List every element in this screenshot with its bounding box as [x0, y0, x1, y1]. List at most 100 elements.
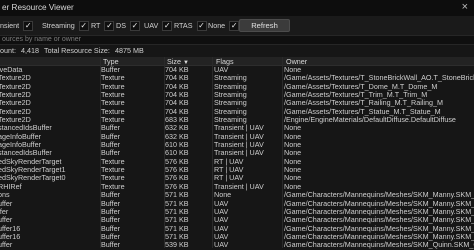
table-row[interactable]: Texture2D Texture 704 KB Streaming/Game/Ass… — [0, 74, 474, 82]
cell-name: iveData — [0, 66, 23, 74]
cell-name: RHIRef — [0, 182, 22, 191]
filter-streaming[interactable]: Streaming ✓ — [42, 19, 89, 32]
cell-size: 632 KB — [165, 124, 189, 133]
table-row[interactable]: uffer Buffer 571 KB UAV/Game/Characters/Man… — [0, 216, 474, 224]
cell-size: 610 KB — [165, 149, 189, 158]
cell-size: 610 KB — [165, 141, 189, 150]
column-header-size[interactable]: Size ▼ — [167, 57, 189, 66]
column-header-owner[interactable]: Owner — [286, 57, 307, 66]
table-row[interactable]: Texture2D Texture 704 KB Streaming/Game/Ass… — [0, 108, 474, 116]
filter-label: UAV — [144, 21, 159, 30]
cell-size: 571 KB — [165, 232, 189, 241]
filter-transient[interactable]: ansient ✓ — [0, 19, 34, 32]
checkbox-check-icon[interactable]: ✓ — [229, 20, 240, 31]
filter-rt[interactable]: RT ✓ — [91, 19, 115, 32]
cell-flags: Streaming — [214, 82, 247, 91]
column-divider[interactable] — [164, 57, 165, 248]
checkbox-check-icon[interactable]: ✓ — [196, 20, 207, 31]
table-row[interactable]: ons Buffer 571 KB None/Game/Characters/Mann… — [0, 191, 474, 199]
table-row[interactable]: iveData Buffer 704 KB UAV None — [0, 66, 474, 74]
cell-type: Texture — [101, 116, 125, 125]
table-row[interactable]: uffer Buffer 539 KB UAV/Game/Characters/Man… — [0, 241, 474, 249]
cell-name: uffer — [0, 216, 13, 225]
table-row[interactable]: Texture2D Texture 704 KB Streaming/Game/Ass… — [0, 91, 474, 99]
cell-name: Texture2D — [0, 107, 31, 116]
cell-name: Texture2D — [0, 116, 31, 125]
cell-size: 571 KB — [165, 216, 189, 225]
column-divider[interactable] — [212, 57, 213, 248]
table-row[interactable]: stancedIdsBuffer Buffer 610 KB Transient | … — [0, 149, 474, 157]
checkbox-check-icon[interactable]: ✓ — [162, 20, 173, 31]
search-input[interactable]: ources by name or owner — [0, 35, 474, 45]
table-row[interactable]: Texture2D Texture 683 KB Streaming/Engine/E… — [0, 116, 474, 124]
filter-label: Streaming — [42, 21, 75, 30]
cell-flags: Transient | UAV — [214, 124, 264, 133]
table-row[interactable]: uffer16 Buffer 571 KB UAV/Game/Characters/M… — [0, 233, 474, 241]
cell-name: ons — [0, 191, 10, 200]
checkbox-check-icon[interactable]: ✓ — [78, 20, 89, 31]
cell-name: stancedIdsBuffer — [0, 124, 52, 133]
filter-ds[interactable]: DS ✓ — [116, 19, 140, 32]
checkbox-check-icon[interactable]: ✓ — [130, 20, 140, 31]
cell-name: edSkyRenderTarget — [0, 157, 62, 166]
filter-label: DS — [116, 21, 126, 30]
cell-size: 704 KB — [165, 82, 189, 91]
cell-flags: RT | UAV — [214, 157, 244, 166]
cell-flags: UAV — [214, 66, 229, 74]
cell-flags: None — [214, 191, 232, 200]
cell-owner: None — [284, 66, 302, 74]
cell-type: Buffer — [101, 199, 121, 208]
cell-type: Buffer — [101, 66, 121, 74]
column-header-flags[interactable]: Flags — [216, 57, 234, 66]
cell-size: 571 KB — [165, 207, 189, 216]
cell-type: Buffer — [101, 216, 121, 225]
column-divider[interactable] — [100, 57, 101, 248]
table-row[interactable]: Texture2D Texture 704 KB Streaming/Game/Ass… — [0, 83, 474, 91]
cell-name: Texture2D — [0, 91, 31, 100]
cell-size: 571 KB — [165, 224, 189, 233]
table-row[interactable]: RHIRef Texture 576 KB Transient | UAV None — [0, 183, 474, 191]
filter-uav[interactable]: UAV ✓ — [144, 19, 173, 32]
table-row[interactable]: Texture2D Texture 704 KB Streaming/Game/Ass… — [0, 99, 474, 107]
cell-owner: /Game/Assets/Textures/T_Trim_M.T_Trim_M — [284, 91, 428, 100]
table-row[interactable]: ffer Buffer 571 KB UAV/Game/Characters/Mann… — [0, 208, 474, 216]
cell-size: 576 KB — [165, 166, 189, 175]
cell-owner: None — [284, 141, 302, 150]
cell-size: 704 KB — [165, 74, 189, 83]
cell-flags: UAV — [214, 199, 229, 208]
table-row[interactable]: edSkyRenderTarget1 Texture 576 KB RT | UAV N… — [0, 166, 474, 174]
close-icon[interactable]: × — [462, 1, 468, 13]
cell-type: Texture — [101, 74, 125, 83]
cell-size: 576 KB — [165, 174, 189, 183]
cell-size: 576 KB — [165, 157, 189, 166]
cell-flags: RT | UAV — [214, 174, 244, 183]
table-row[interactable]: ageInfoBuffer Buffer 610 KB Transient | UAV… — [0, 141, 474, 149]
table-row[interactable]: edSkyRenderTarget0 Texture 576 KB RT | UAV N… — [0, 174, 474, 182]
cell-size: 539 KB — [165, 241, 189, 250]
table-row[interactable]: uffer16 Buffer 571 KB UAV/Game/Characters/M… — [0, 225, 474, 233]
cell-flags: UAV — [214, 207, 229, 216]
cell-flags: Streaming — [214, 116, 247, 125]
table-row[interactable]: uffer Buffer 571 KB UAV/Game/Characters/Man… — [0, 200, 474, 208]
resource-table: Type Size ▼ Flags Owner iveData Buffer 704… — [0, 57, 474, 250]
cell-name: uffer — [0, 199, 13, 208]
refresh-button[interactable]: Refresh — [239, 19, 290, 32]
column-divider[interactable] — [282, 57, 283, 248]
filter-none[interactable]: None ✓ — [208, 19, 240, 32]
cell-size: 704 KB — [165, 99, 189, 108]
checkbox-check-icon[interactable]: ✓ — [23, 20, 34, 31]
column-header-type[interactable]: Type — [103, 57, 119, 66]
table-row[interactable]: ageInfoBuffer Buffer 632 KB Transient | UAV… — [0, 133, 474, 141]
table-row[interactable]: edSkyRenderTarget Texture 576 KB RT | UAV No… — [0, 158, 474, 166]
cell-flags: UAV — [214, 224, 229, 233]
filter-rtas[interactable]: RTAS ✓ — [174, 19, 207, 32]
cell-type: Buffer — [101, 224, 121, 233]
cell-type: Texture — [101, 91, 125, 100]
cell-size: 571 KB — [165, 191, 189, 200]
checkbox-check-icon[interactable]: ✓ — [104, 20, 115, 31]
table-row[interactable]: stancedIdsBuffer Buffer 632 KB Transient | … — [0, 124, 474, 132]
cell-size: 704 KB — [165, 91, 189, 100]
cell-flags: Streaming — [214, 107, 247, 116]
cell-name: uffer16 — [0, 224, 21, 233]
filter-bar: ansient ✓ Streaming ✓ RT ✓ DS ✓ UAV ✓ RT… — [0, 16, 474, 35]
